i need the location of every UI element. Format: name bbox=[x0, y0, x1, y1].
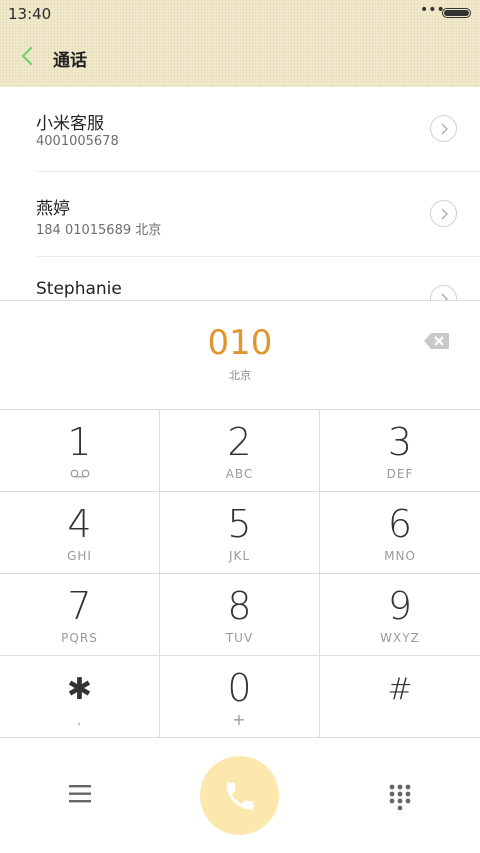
key-3[interactable]: 3 DEF bbox=[320, 410, 480, 492]
dialpad-icon[interactable] bbox=[389, 784, 411, 810]
page-title: 通话 bbox=[53, 51, 87, 71]
key-0[interactable]: 0 + bbox=[160, 656, 320, 738]
key-digit: 2 bbox=[227, 420, 252, 464]
key-hash[interactable]: # bbox=[320, 656, 480, 738]
key-digit: 5 bbox=[227, 502, 252, 546]
key-4[interactable]: 4 GHI bbox=[0, 492, 160, 574]
key-letters: WXYZ bbox=[380, 631, 420, 645]
contact-name: Stephanie bbox=[36, 279, 122, 299]
key-1[interactable]: 1 bbox=[0, 410, 160, 492]
key-letters: , bbox=[77, 713, 82, 727]
key-digit: 7 bbox=[67, 584, 92, 628]
key-letters: DEF bbox=[386, 467, 414, 481]
key-7[interactable]: 7 PQRS bbox=[0, 574, 160, 656]
bottom-bar bbox=[0, 739, 480, 853]
contact-detail-button[interactable] bbox=[430, 115, 457, 142]
key-letters: ABC bbox=[225, 467, 254, 481]
key-2[interactable]: 2 ABC bbox=[160, 410, 320, 492]
dialer-screen: 13:40 ••• 通话 小米客服 4001005678 燕婷 184 0101… bbox=[0, 0, 480, 853]
key-digit: 9 bbox=[387, 584, 413, 628]
backspace-icon[interactable] bbox=[423, 332, 450, 350]
dialed-number: 010 bbox=[207, 323, 273, 363]
key-9[interactable]: 9 WXYZ bbox=[320, 574, 480, 656]
signal-dots-icon: ••• bbox=[420, 2, 445, 18]
key-digit: 4 bbox=[67, 502, 92, 546]
list-item[interactable]: Stephanie bbox=[36, 257, 480, 300]
key-letters: PQRS bbox=[61, 631, 98, 645]
battery-icon bbox=[442, 8, 471, 18]
contact-detail: 184 01015689 北京 bbox=[36, 223, 162, 238]
key-8[interactable]: 8 TUV bbox=[160, 574, 320, 656]
key-letters: MNO bbox=[384, 549, 416, 563]
key-5[interactable]: 5 JKL bbox=[160, 492, 320, 574]
contact-name: 小米客服 bbox=[36, 114, 104, 134]
back-arrow-icon[interactable] bbox=[18, 44, 38, 68]
key-6[interactable]: 6 MNO bbox=[320, 492, 480, 574]
contact-name: 燕婷 bbox=[36, 199, 70, 219]
key-letters: GHI bbox=[67, 549, 92, 563]
contact-suggestion-list: 小米客服 4001005678 燕婷 184 01015689 北京 Steph… bbox=[0, 87, 480, 300]
number-location: 北京 bbox=[229, 369, 251, 382]
call-button[interactable] bbox=[200, 756, 279, 835]
key-digit: 3 bbox=[387, 420, 413, 464]
status-time: 13:40 bbox=[8, 5, 52, 23]
chevron-right-icon bbox=[441, 123, 448, 135]
phone-icon bbox=[226, 782, 254, 810]
contact-detail-button[interactable] bbox=[430, 285, 457, 300]
voicemail-icon bbox=[70, 469, 90, 478]
key-digit: ✱ bbox=[66, 672, 93, 707]
key-letters: TUV bbox=[225, 631, 254, 645]
key-letters: + bbox=[232, 710, 247, 729]
chevron-right-icon bbox=[441, 293, 448, 300]
number-display: 010 北京 bbox=[0, 300, 480, 409]
key-digit: # bbox=[387, 672, 413, 707]
key-digit: 8 bbox=[227, 584, 252, 628]
list-item[interactable]: 燕婷 184 01015689 北京 bbox=[36, 172, 480, 257]
keypad: 1 2 ABC 3 DEF 4 GHI 5 JKL 6 MNO 7 PQRS 8… bbox=[0, 409, 480, 739]
key-digit: 6 bbox=[387, 502, 413, 546]
key-letters: JKL bbox=[228, 549, 251, 563]
key-digit: 0 bbox=[227, 666, 252, 710]
contact-detail: 4001005678 bbox=[36, 134, 119, 149]
key-digit: 1 bbox=[67, 420, 92, 464]
chevron-right-icon bbox=[441, 208, 448, 220]
menu-icon[interactable] bbox=[69, 784, 91, 804]
list-item[interactable]: 小米客服 4001005678 bbox=[36, 87, 480, 172]
header: 13:40 ••• 通话 bbox=[0, 0, 480, 87]
contact-detail-button[interactable] bbox=[430, 200, 457, 227]
key-star[interactable]: ✱ , bbox=[0, 656, 160, 738]
